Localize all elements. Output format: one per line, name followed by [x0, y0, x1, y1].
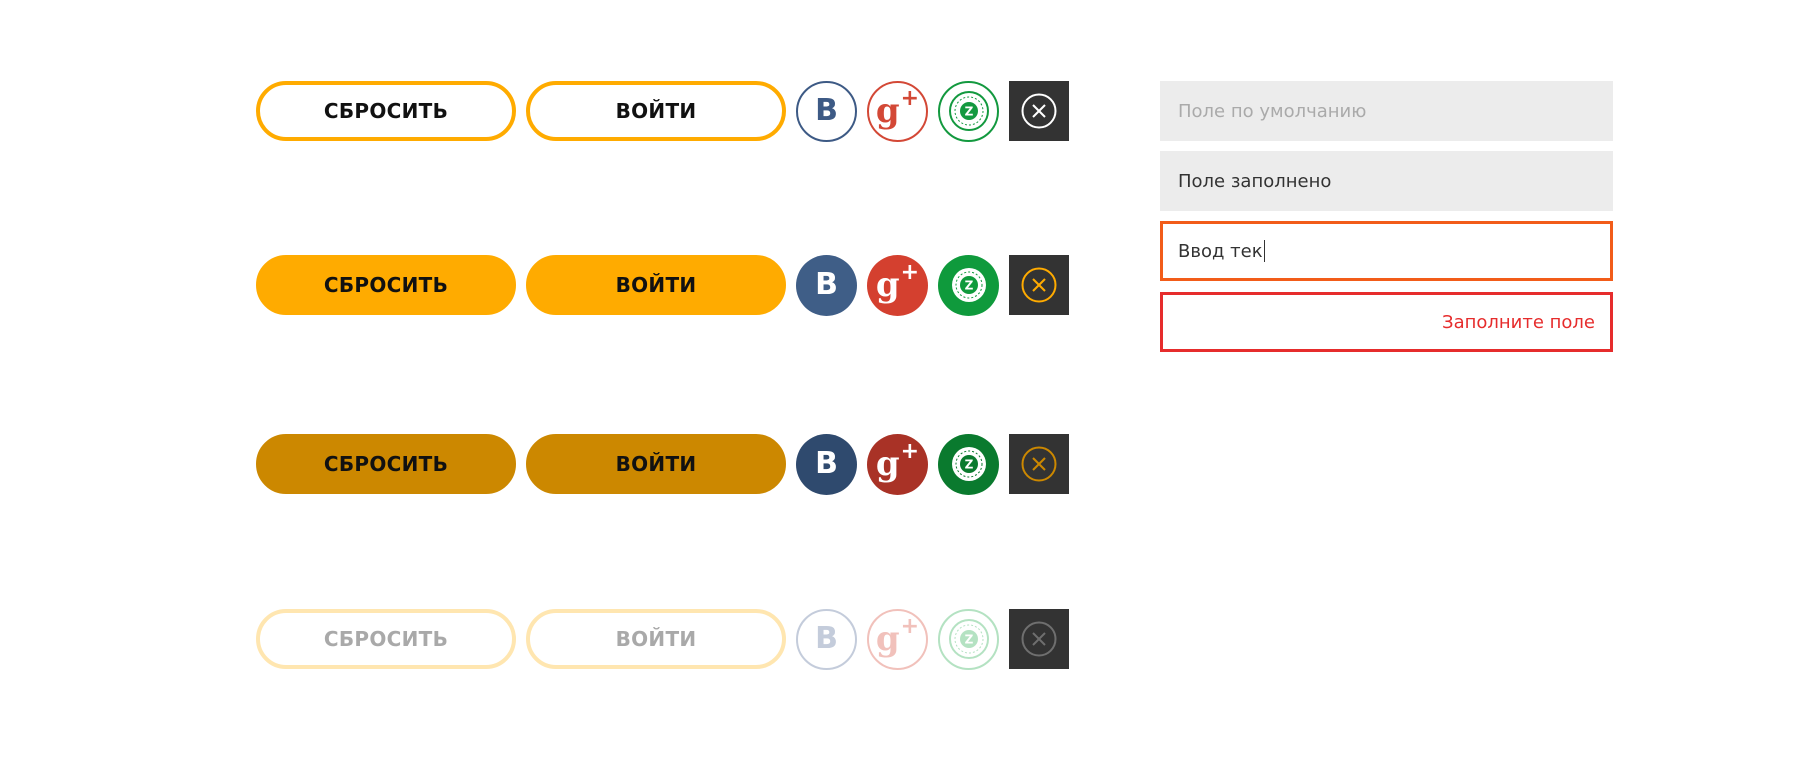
vk-button[interactable]: B	[796, 80, 857, 142]
zp-button[interactable]: Z	[938, 254, 999, 316]
svg-text:Z: Z	[964, 633, 973, 647]
vk-button: B	[796, 608, 857, 670]
svg-text:Z: Z	[964, 279, 973, 293]
login-button[interactable]: ВОЙТИ	[526, 255, 786, 315]
vk-icon: B	[815, 267, 838, 302]
filled-field-value: Поле заполнено	[1178, 170, 1332, 192]
vk-icon: B	[815, 446, 838, 481]
gplus-button[interactable]: g +	[867, 254, 928, 316]
zp-button[interactable]: Z	[938, 433, 999, 495]
text-caret	[1263, 240, 1265, 262]
reset-button[interactable]: СБРОСИТЬ	[256, 434, 516, 494]
svg-text:Z: Z	[964, 105, 973, 119]
gplus-icon: g +	[875, 614, 920, 659]
reset-button[interactable]: СБРОСИТЬ	[256, 81, 516, 141]
login-button: ВОЙТИ	[526, 609, 786, 669]
close-icon	[1021, 267, 1057, 303]
gplus-icon: g +	[875, 439, 920, 484]
vk-icon: B	[815, 93, 838, 128]
default-field[interactable]: Поле по умолчанию	[1160, 81, 1613, 141]
error-message: Заполните поле	[1442, 311, 1595, 333]
focused-field[interactable]: Ввод тек	[1160, 221, 1613, 281]
zp-icon: Z	[948, 619, 989, 659]
close-icon	[1021, 93, 1057, 129]
login-button[interactable]: ВОЙТИ	[526, 81, 786, 141]
close-button	[1009, 609, 1069, 669]
default-field-placeholder: Поле по умолчанию	[1178, 100, 1367, 122]
zp-icon: Z	[951, 447, 986, 481]
zp-icon: Z	[948, 91, 989, 131]
gplus-button[interactable]: g +	[867, 433, 928, 495]
close-icon	[1021, 446, 1057, 482]
filled-field[interactable]: Поле заполнено	[1160, 151, 1613, 211]
gplus-icon: g +	[875, 86, 920, 131]
login-button[interactable]: ВОЙТИ	[526, 434, 786, 494]
vk-icon: B	[815, 621, 838, 656]
zp-button: Z	[938, 608, 999, 670]
gplus-icon: g +	[875, 260, 920, 305]
zp-button[interactable]: Z	[938, 80, 999, 142]
button-row-pressed: СБРОСИТЬ ВОЙТИ B g + Z	[256, 433, 1069, 495]
gplus-button: g +	[867, 608, 928, 670]
focused-field-value: Ввод тек	[1178, 240, 1263, 262]
reset-button[interactable]: СБРОСИТЬ	[256, 255, 516, 315]
button-row-normal: СБРОСИТЬ ВОЙТИ B g + Z	[256, 80, 1069, 142]
zp-icon: Z	[951, 268, 986, 302]
close-icon	[1021, 621, 1057, 657]
close-button[interactable]	[1009, 81, 1069, 141]
svg-text:Z: Z	[964, 458, 973, 472]
vk-button[interactable]: B	[796, 433, 857, 495]
vk-button[interactable]: B	[796, 254, 857, 316]
reset-button: СБРОСИТЬ	[256, 609, 516, 669]
gplus-button[interactable]: g +	[867, 80, 928, 142]
button-row-hover: СБРОСИТЬ ВОЙТИ B g + Z	[256, 254, 1069, 316]
close-button[interactable]	[1009, 255, 1069, 315]
button-row-disabled: СБРОСИТЬ ВОЙТИ B g + Z	[256, 608, 1069, 670]
close-button[interactable]	[1009, 434, 1069, 494]
error-field[interactable]: Заполните поле	[1160, 292, 1613, 352]
